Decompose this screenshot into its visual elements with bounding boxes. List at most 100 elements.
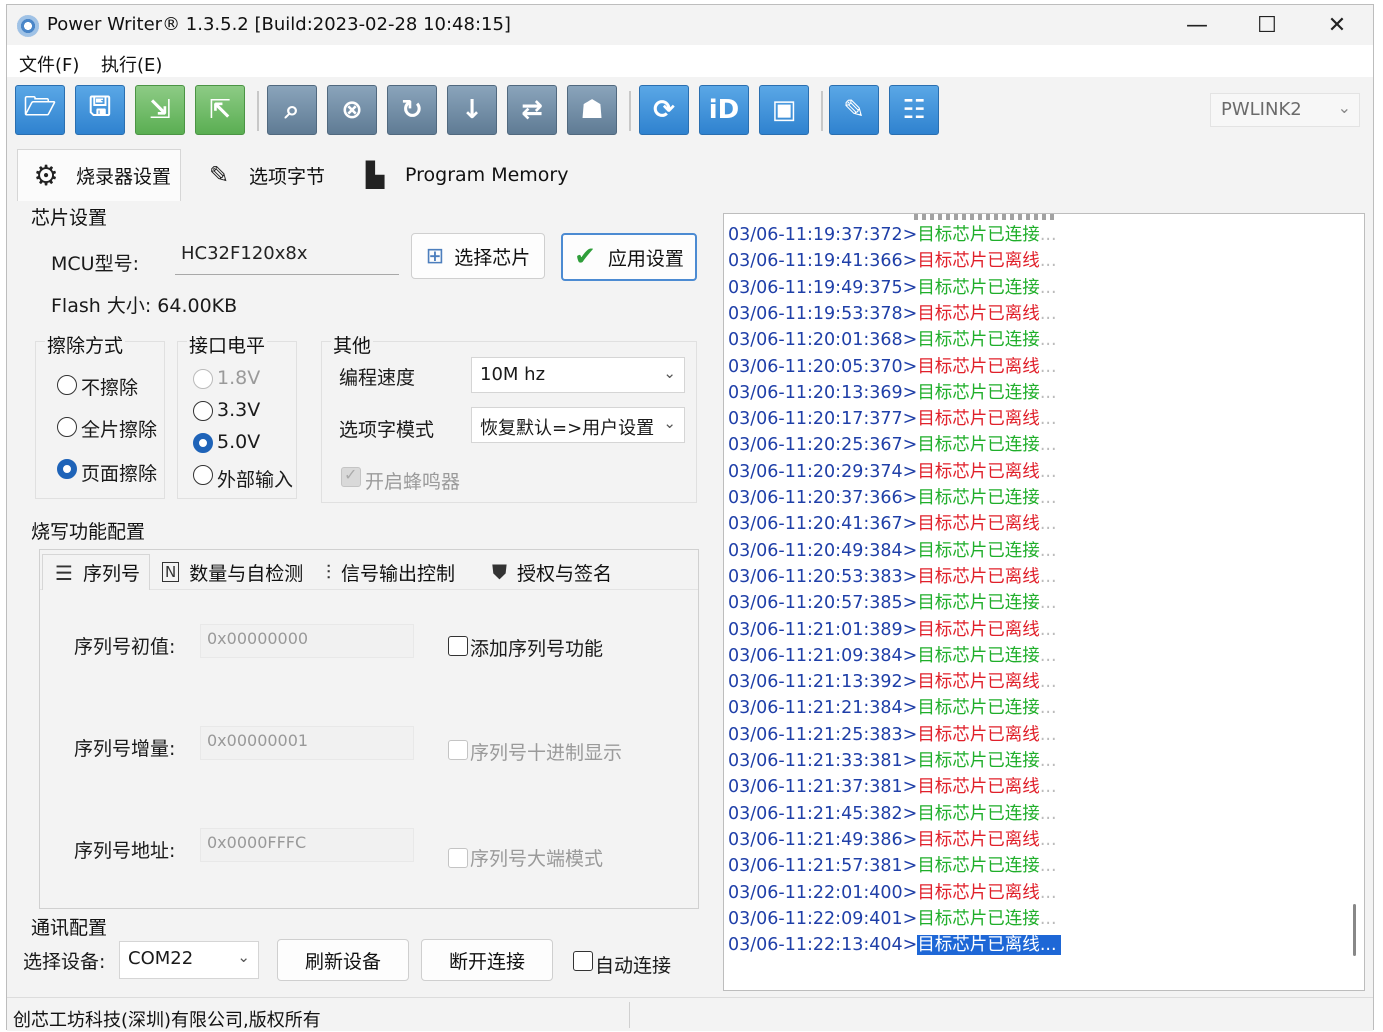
log-message: 目标芯片已离线...	[917, 304, 1056, 324]
log-ellipsis: ...	[1039, 356, 1057, 377]
open-folder-icon[interactable]: 🗁	[15, 85, 65, 135]
chip-icon[interactable]: ▣	[759, 85, 809, 135]
log-timestamp: 03/06-11:20:53:383>	[728, 566, 918, 587]
log-timestamp: 03/06-11:20:57:385>	[728, 593, 918, 614]
status-separator	[629, 1002, 630, 1028]
log-message: 目标芯片已离线...	[917, 462, 1056, 482]
read-chip-icon[interactable]: ↻	[387, 85, 437, 135]
log-status-text: 目标芯片已连接	[917, 593, 1040, 614]
refresh-icon[interactable]: ⟳	[639, 85, 689, 135]
chip-id-icon[interactable]: iD	[699, 85, 749, 135]
log-line: 03/06-11:19:41:366>目标芯片已离线...	[728, 248, 1057, 274]
log-ellipsis: ...	[1039, 829, 1057, 850]
log-line: 03/06-11:20:17:377>目标芯片已离线...	[728, 406, 1057, 432]
option-mode-label: 选项字模式	[339, 419, 435, 441]
chevron-down-icon: ⌄	[1337, 98, 1351, 117]
log-message: 目标芯片已连接...	[917, 909, 1056, 929]
radio-external-input[interactable]	[193, 465, 213, 485]
radio-5-0v[interactable]	[193, 433, 213, 453]
select-chip-button[interactable]: ⊞ 选择芯片	[411, 233, 545, 279]
settings-list-icon[interactable]: ☷	[889, 85, 939, 135]
radio-page-erase[interactable]	[57, 459, 77, 479]
radio-no-erase[interactable]	[57, 375, 77, 395]
log-panel[interactable]: 03/06-11:19:37:372>目标芯片已连接... 03/06-11:19…	[723, 213, 1365, 991]
burn-config-tabs: ☰ 序列号 N 数量与自检测 ⫶ 信号输出控制 ⛊ 授权与签名 序列号初值: 0…	[39, 549, 699, 909]
write-chip-icon[interactable]: ↓	[447, 85, 497, 135]
speed-select[interactable]: 10M hz ⌄	[471, 357, 685, 393]
log-timestamp: 03/06-11:19:49:375>	[728, 277, 918, 298]
serial-init-field[interactable]: 0x00000000	[200, 624, 414, 658]
log-status-text: 目标芯片已离线	[917, 514, 1040, 535]
log-message: 目标芯片已连接...	[917, 278, 1056, 298]
serial-addr-field[interactable]: 0x0000FFFC	[200, 828, 414, 862]
log-timestamp: 03/06-11:22:01:400>	[728, 882, 918, 903]
log-ellipsis: ...	[1039, 724, 1057, 745]
save-icon[interactable]: 🖫	[75, 85, 125, 135]
log-line: 03/06-11:21:37:381>目标芯片已离线...	[728, 774, 1057, 800]
log-line: 03/06-11:22:01:400>目标芯片已离线...	[728, 880, 1057, 906]
log-message: 目标芯片已连接...	[917, 330, 1056, 350]
option-mode-select-value: 恢复默认=>用户设置	[480, 418, 655, 439]
mcu-model-field[interactable]: HC32F120x8x	[175, 239, 399, 275]
menu-file[interactable]: 文件(F)	[19, 51, 79, 77]
auto-connect-checkbox[interactable]	[573, 951, 593, 971]
gear-icon: ⚙	[33, 159, 59, 192]
subtab-label: 序列号	[82, 563, 140, 585]
log-ellipsis: ...	[1039, 251, 1057, 272]
subtab-label: 信号输出控制	[341, 562, 456, 585]
comm-config-title: 通讯配置	[29, 913, 110, 940]
log-timestamp: 03/06-11:21:49:386>	[728, 829, 918, 850]
select-chip-label: 选择芯片	[454, 246, 531, 269]
decimal-display-checkbox[interactable]	[448, 740, 468, 760]
disconnect-button[interactable]: 断开连接	[421, 939, 553, 981]
minimize-button[interactable]: —	[1162, 5, 1232, 45]
tab-program-memory[interactable]: ▙ Program Memory	[353, 149, 569, 201]
com-port-value: COM22	[128, 948, 194, 969]
log-timestamp: 03/06-11:19:53:378>	[728, 303, 918, 324]
auto-burn-icon[interactable]: ✎	[829, 85, 879, 135]
erase-chip-icon[interactable]: ⊗	[327, 85, 377, 135]
log-status-text: 目标芯片已离线	[917, 882, 1040, 903]
subtab-signal-output[interactable]: ⫶ 信号输出控制	[326, 554, 455, 590]
log-timestamp: 03/06-11:21:25:383>	[728, 724, 918, 745]
log-ellipsis: ...	[1039, 461, 1057, 482]
radio-3-3v[interactable]	[193, 401, 213, 421]
big-endian-checkbox[interactable]	[448, 848, 468, 868]
log-timestamp: 03/06-11:21:09:384>	[728, 645, 918, 666]
log-message: 目标芯片已连接...	[917, 435, 1056, 455]
log-ellipsis: ...	[1039, 409, 1057, 430]
apply-settings-button[interactable]: ✔ 应用设置	[561, 233, 697, 281]
subtab-serial[interactable]: ☰ 序列号	[42, 554, 150, 590]
log-status-text: 目标芯片已连接	[917, 803, 1040, 824]
search-icon[interactable]: ⌕	[267, 85, 317, 135]
refresh-devices-button[interactable]: 刷新设备	[277, 939, 409, 981]
serial-inc-field[interactable]: 0x00000001	[200, 726, 414, 760]
export-icon[interactable]: ⇱	[195, 85, 245, 135]
log-message: 目标芯片已离线...	[917, 935, 1061, 956]
add-serial-checkbox[interactable]	[448, 636, 468, 656]
log-line: 03/06-11:21:01:389>目标芯片已离线...	[728, 617, 1057, 643]
log-line: 03/06-11:20:13:369>目标芯片已连接...	[728, 380, 1057, 406]
import-icon[interactable]: ⇲	[135, 85, 185, 135]
tab-option-bytes[interactable]: ✎ 选项字节	[197, 149, 325, 201]
subtab-auth-sign[interactable]: ⛊ 授权与签名	[492, 554, 612, 590]
menu-execute[interactable]: 执行(E)	[101, 51, 162, 77]
buzzer-checkbox[interactable]	[341, 465, 361, 487]
maximize-button[interactable]: ☐	[1232, 5, 1302, 45]
close-button[interactable]: ✕	[1302, 5, 1372, 45]
log-line: 03/06-11:20:25:367>目标芯片已连接...	[728, 432, 1057, 458]
log-ellipsis: ...	[1039, 277, 1057, 298]
radio-full-erase[interactable]	[57, 417, 77, 437]
subtab-count-selftest[interactable]: N 数量与自检测	[162, 554, 303, 590]
radio-1-8v[interactable]	[193, 369, 213, 389]
radio-full-erase-label: 全片擦除	[81, 419, 158, 441]
robot-icon[interactable]: ☗	[567, 85, 617, 135]
device-select[interactable]: PWLINK2 ⌄	[1210, 93, 1360, 127]
tab-burner-settings[interactable]: ⚙ 烧录器设置	[17, 149, 181, 201]
com-port-select[interactable]: COM22 ⌄	[119, 941, 259, 979]
option-mode-select[interactable]: 恢复默认=>用户设置 ⌄	[471, 407, 685, 443]
verify-chip-icon[interactable]: ⇄	[507, 85, 557, 135]
log-scrollbar[interactable]	[1353, 904, 1356, 956]
speed-select-value: 10M hz	[480, 364, 546, 385]
sliders-icon: ⫶	[326, 560, 331, 584]
